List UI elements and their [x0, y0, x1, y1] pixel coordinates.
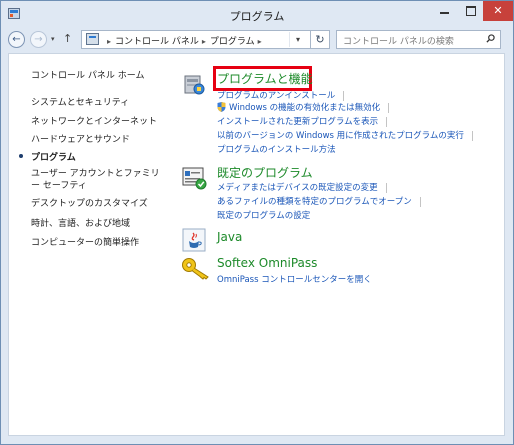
breadcrumb-separator-icon[interactable]: ▸ [107, 37, 111, 46]
current-item-bullet-icon [19, 154, 23, 158]
uninstall-program-link[interactable]: プログラムのアンインストール [217, 89, 345, 101]
navigation-bar: ← → ▾ ↑ ▸ コントロール パネル ▸ プログラム ▸ ▾ ↻ コントロール パネ… [1, 29, 513, 51]
key-icon[interactable] [181, 256, 211, 280]
link-divider [386, 116, 388, 127]
control-panel-window: プログラム ✕ ← → ▾ ↑ ▸ コントロール パネル ▸ プログラム ▸ ▾ ↻ コ… [0, 0, 514, 445]
breadcrumb-programs[interactable]: プログラム [210, 37, 255, 47]
java-icon[interactable] [182, 228, 206, 252]
java-link[interactable]: Java [217, 230, 242, 244]
search-box[interactable]: コントロール パネルの検索 [336, 30, 501, 49]
omnipass-control-center-link[interactable]: OmniPass コントロールセンターを開く [217, 273, 372, 285]
minimize-icon [440, 12, 449, 14]
installed-updates-link[interactable]: インストールされた更新プログラムを表示 [217, 115, 388, 127]
up-button[interactable]: ↑ [63, 32, 72, 45]
control-panel-icon [86, 33, 99, 45]
close-button[interactable]: ✕ [483, 1, 513, 21]
breadcrumb: ▸ コントロール パネル ▸ プログラム ▸ [104, 34, 266, 47]
how-to-install-link[interactable]: プログラムのインストール方法 [217, 143, 336, 155]
link-divider [388, 102, 390, 113]
forward-button[interactable]: → [30, 31, 47, 48]
file-type-association-link[interactable]: あるファイルの種類を特定のプログラムでオープン [217, 195, 421, 207]
content-pane: コントロール パネル ホーム システムとセキュリティ ネットワークとインターネッ… [8, 53, 505, 436]
recent-locations-button[interactable]: ▾ [51, 35, 55, 43]
program-compatibility-link[interactable]: 以前のバージョンの Windows 用に作成されたプログラムの実行 [217, 129, 473, 141]
title-bar[interactable]: プログラム ✕ [1, 1, 513, 29]
link-divider [343, 90, 345, 101]
search-placeholder: コントロール パネルの検索 [343, 37, 454, 47]
sidebar-item-hardware-sound[interactable]: ハードウェアとサウンド [31, 132, 130, 145]
link-divider [471, 130, 473, 141]
address-dropdown-button[interactable]: ▾ [289, 32, 306, 47]
default-programs-icon[interactable] [182, 166, 208, 190]
sidebar-item-network-internet[interactable]: ネットワークとインターネット [31, 114, 157, 127]
programs-and-features-link[interactable]: プログラムと機能 [217, 70, 313, 87]
softex-omnipass-link[interactable]: Softex OmniPass [217, 256, 317, 270]
media-device-defaults-link[interactable]: メディアまたはデバイスの既定設定の変更 [217, 181, 387, 193]
sidebar-item-system-security[interactable]: システムとセキュリティ [31, 95, 129, 108]
sidebar-item-user-accounts[interactable]: ユーザー アカウントとファミリー セーフティ [31, 168, 166, 192]
minimize-button[interactable] [431, 1, 458, 21]
sidebar-item-ease-of-access[interactable]: コンピューターの簡単操作 [31, 235, 139, 248]
maximize-button[interactable] [457, 1, 484, 21]
programs-icon[interactable] [182, 72, 206, 96]
link-divider [419, 196, 421, 207]
maximize-icon [466, 6, 476, 16]
sidebar-item-desktop-customization[interactable]: デスクトップのカスタマイズ [31, 196, 148, 209]
set-default-programs-link[interactable]: 既定のプログラムの設定 [217, 209, 310, 221]
back-button[interactable]: ← [8, 31, 25, 48]
default-programs-link[interactable]: 既定のプログラム [217, 164, 313, 181]
sidebar-item-control-panel-home[interactable]: コントロール パネル ホーム [31, 68, 144, 81]
windows-features-link[interactable]: Windows の機能の有効化または無効化 [217, 101, 390, 113]
breadcrumb-separator-icon[interactable]: ▸ [258, 37, 262, 46]
breadcrumb-control-panel[interactable]: コントロール パネル [115, 37, 199, 47]
sidebar-item-clock-language-region[interactable]: 時計、言語、および地域 [31, 216, 130, 229]
search-icon[interactable] [486, 34, 495, 43]
refresh-button[interactable]: ↻ [311, 30, 330, 49]
sidebar-item-programs: プログラム [31, 153, 76, 163]
uac-shield-icon [217, 102, 226, 112]
link-divider [385, 182, 387, 193]
address-bar[interactable]: ▸ コントロール パネル ▸ プログラム ▸ ▾ [81, 30, 311, 49]
breadcrumb-separator-icon[interactable]: ▸ [202, 37, 206, 46]
